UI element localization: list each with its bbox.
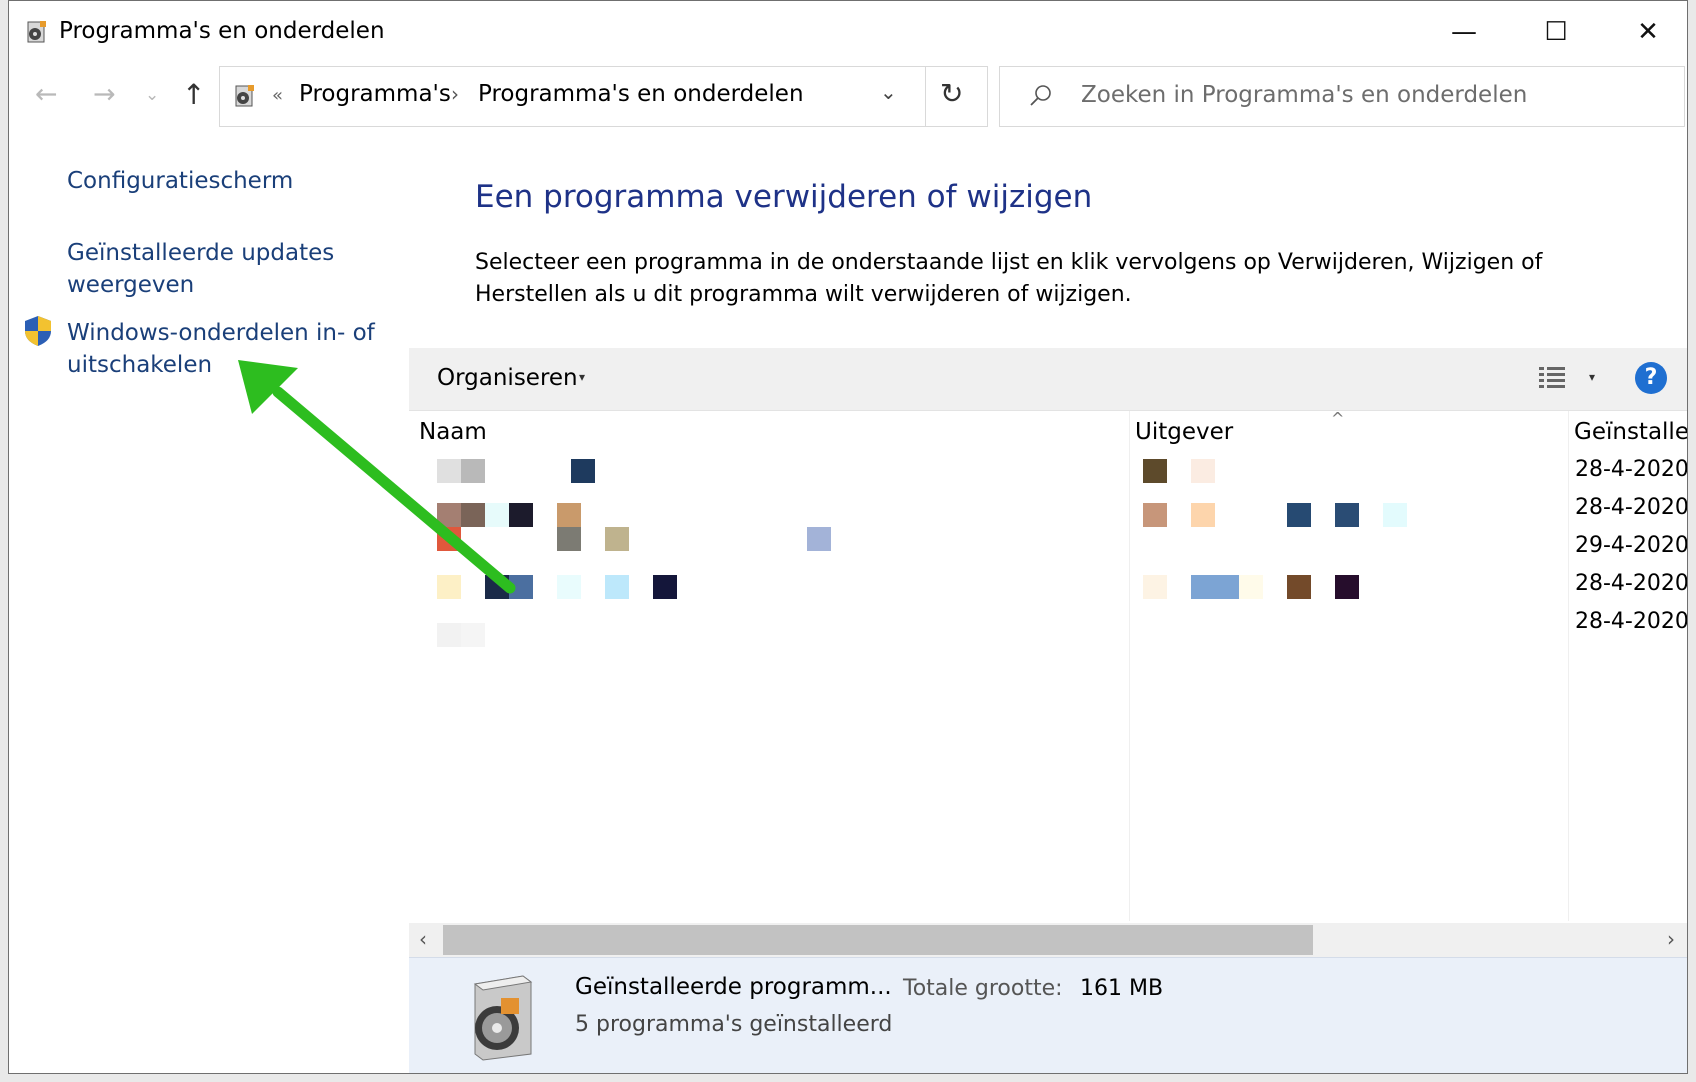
column-header-installed[interactable]: Geïnstalleerd: [1574, 419, 1687, 445]
installed-programs-icon: [473, 975, 533, 1061]
breadcrumb-chevron-icon[interactable]: ›: [451, 82, 459, 106]
breadcrumb-programs[interactable]: Programma's: [299, 81, 451, 107]
sort-indicator-icon: ^: [1331, 409, 1345, 428]
maximize-button[interactable]: ☐: [1510, 1, 1602, 63]
windows-features-link[interactable]: Windows-onderdelen in- of uitschakelen: [67, 317, 387, 381]
details-pane: Geïnstalleerde programm... Totale groott…: [409, 957, 1687, 1073]
programs-list[interactable]: Naam Uitgever ^ Geïnstalleerd: [409, 409, 1688, 921]
close-icon: ✕: [1637, 17, 1659, 47]
install-date: 28-4-2020: [1575, 495, 1688, 520]
install-date: 28-4-2020: [1575, 457, 1688, 482]
title-bar: Programma's en onderdelen — ☐ ✕: [9, 1, 1687, 63]
scroll-right-icon[interactable]: ›: [1667, 927, 1675, 951]
breadcrumb-overflow-icon[interactable]: «: [272, 85, 283, 106]
search-box[interactable]: Zoeken in Programma's en onderdelen: [999, 66, 1685, 127]
total-size-label: Totale grootte:: [903, 976, 1063, 1001]
address-divider: [925, 67, 926, 126]
uac-shield-icon: [25, 316, 51, 346]
programs-icon: [27, 21, 46, 43]
address-dropdown-icon[interactable]: ⌄: [880, 80, 897, 104]
organize-button[interactable]: Organiseren: [437, 365, 578, 391]
close-button[interactable]: ✕: [1602, 1, 1687, 63]
column-divider: [1129, 411, 1130, 921]
page-title: Een programma verwijderen of wijzigen: [475, 179, 1093, 215]
install-date: 28-4-2020: [1575, 609, 1688, 634]
scrollbar-thumb[interactable]: [443, 925, 1313, 955]
organize-caret-icon[interactable]: ▾: [579, 370, 585, 384]
program-count: 5 programma's geïnstalleerd: [575, 1012, 893, 1037]
page-description: Selecteer een programma in de onderstaan…: [475, 250, 1543, 307]
refresh-icon[interactable]: ↻: [940, 77, 963, 110]
install-date: 29-4-2020: [1575, 533, 1688, 558]
scroll-left-icon[interactable]: ‹: [419, 927, 427, 951]
installed-updates-link[interactable]: Geïnstalleerde updates weergeven: [67, 237, 347, 301]
column-divider: [1568, 411, 1569, 921]
minimize-icon: —: [1451, 17, 1477, 47]
column-header-publisher[interactable]: Uitgever: [1135, 419, 1233, 445]
recent-locations-button[interactable]: ⌄: [145, 85, 159, 105]
view-options-icon[interactable]: [1537, 364, 1567, 392]
back-button[interactable]: ←: [35, 79, 58, 110]
control-panel-link[interactable]: Configuratiescherm: [67, 165, 293, 197]
search-icon: [1030, 85, 1051, 106]
programs-window: Programma's en onderdelen — ☐ ✕ ← → ⌄ ↑ …: [8, 0, 1688, 1074]
maximize-icon: ☐: [1544, 17, 1568, 47]
breadcrumb-programs-and-features[interactable]: Programma's en onderdelen: [478, 81, 804, 107]
window-title: Programma's en onderdelen: [59, 18, 385, 44]
address-bar[interactable]: « Programma's › Programma's en onderdele…: [219, 66, 988, 127]
programs-icon: [235, 85, 254, 107]
help-button[interactable]: ?: [1635, 362, 1667, 394]
total-size-value: 161 MB: [1080, 976, 1164, 1001]
view-caret-icon[interactable]: ▾: [1589, 370, 1595, 384]
install-date: 28-4-2020: [1575, 571, 1688, 596]
list-toolbar: Organiseren ▾ ▾ ?: [409, 348, 1687, 411]
column-header-name[interactable]: Naam: [419, 419, 487, 445]
details-title: Geïnstalleerde programm...: [575, 974, 892, 1000]
up-button[interactable]: ↑: [182, 78, 205, 111]
horizontal-scrollbar[interactable]: ‹ ›: [409, 923, 1687, 957]
forward-button[interactable]: →: [93, 79, 116, 110]
search-input[interactable]: Zoeken in Programma's en onderdelen: [1081, 82, 1527, 108]
minimize-button[interactable]: —: [1418, 1, 1510, 63]
